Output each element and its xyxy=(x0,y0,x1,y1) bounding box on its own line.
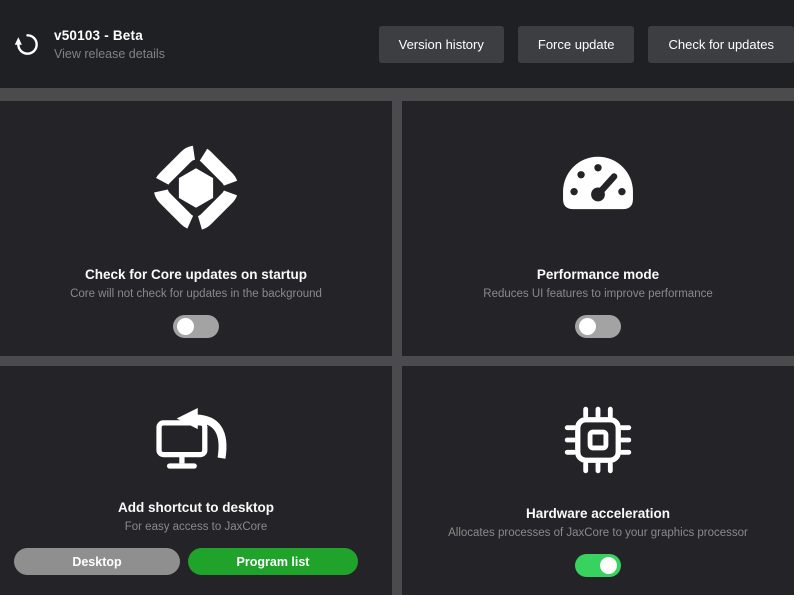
version-history-button[interactable]: Version history xyxy=(378,25,504,63)
desktop-shortcut-icon-area xyxy=(0,366,392,500)
core-logo-icon xyxy=(153,145,239,231)
speedometer-icon-area xyxy=(402,101,794,267)
toggle-knob xyxy=(177,318,194,335)
card-add-shortcut: Add shortcut to desktop For easy access … xyxy=(0,366,392,595)
card-title: Add shortcut to desktop xyxy=(118,500,274,516)
card-subtitle: Allocates processes of JaxCore to your g… xyxy=(448,527,748,540)
refresh-updates-icon[interactable] xyxy=(12,29,42,59)
card-subtitle: Core will not check for updates in the b… xyxy=(70,288,322,301)
desktop-shortcut-button[interactable]: Desktop xyxy=(14,548,180,575)
view-release-details-link[interactable]: View release details xyxy=(54,47,165,61)
desktop-shortcut-icon xyxy=(156,407,227,469)
card-title: Hardware acceleration xyxy=(525,506,671,522)
core-updates-toggle[interactable] xyxy=(173,315,219,338)
card-core-updates-on-startup: Check for Core updates on startup Core w… xyxy=(0,101,392,356)
core-logo-icon-area xyxy=(0,101,392,267)
check-for-updates-button[interactable]: Check for updates xyxy=(648,25,794,63)
card-subtitle: For easy access to JaxCore xyxy=(124,521,268,534)
toggle-knob xyxy=(600,557,617,574)
version-info: v50103 - Beta View release details xyxy=(12,28,165,61)
card-performance-mode: Performance mode Reduces UI features to … xyxy=(402,101,794,356)
hardware-acceleration-toggle[interactable] xyxy=(575,554,621,577)
card-subtitle: Reduces UI features to improve performan… xyxy=(483,288,713,301)
cpu-chip-icon-area xyxy=(402,366,794,506)
version-text-block: v50103 - Beta View release details xyxy=(54,28,165,61)
program-list-shortcut-button[interactable]: Program list xyxy=(188,548,358,575)
performance-mode-toggle[interactable] xyxy=(575,315,621,338)
toggle-knob xyxy=(579,318,596,335)
card-title: Check for Core updates on startup xyxy=(84,267,308,283)
update-header: v50103 - Beta View release details Versi… xyxy=(0,0,794,88)
card-hardware-acceleration: Hardware acceleration Allocates processe… xyxy=(402,366,794,595)
settings-grid: Check for Core updates on startup Core w… xyxy=(0,101,794,595)
jaxcore-settings-screen: v50103 - Beta View release details Versi… xyxy=(0,0,794,595)
card-title: Performance mode xyxy=(536,267,660,283)
force-update-button[interactable]: Force update xyxy=(517,25,635,63)
cpu-chip-icon xyxy=(564,406,632,474)
version-label: v50103 - Beta xyxy=(54,27,143,43)
circular-arrow-icon xyxy=(14,33,38,55)
speedometer-icon xyxy=(563,156,633,210)
update-actions: Version history Force update Check for u… xyxy=(378,25,794,63)
shortcut-buttons-row: Desktop Program list xyxy=(0,548,392,575)
